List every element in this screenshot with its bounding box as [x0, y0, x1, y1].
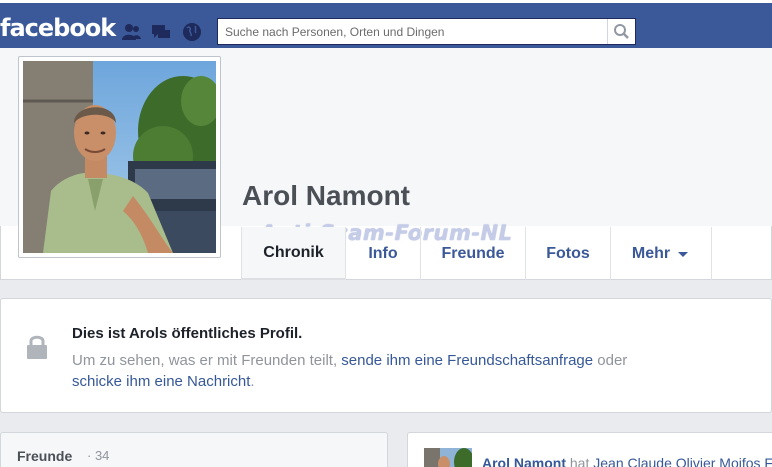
notice-text-part1: Um zu sehen, was er mit Freunden teilt, — [72, 352, 342, 369]
notice-text: Um zu sehen, was er mit Freunden teilt, … — [72, 350, 712, 392]
profile-name[interactable]: Arol Namont — [242, 180, 410, 212]
feed-avatar-image — [424, 448, 472, 467]
tab-chronik[interactable]: Chronik — [241, 227, 345, 280]
tab-fotos-label: Fotos — [546, 244, 590, 262]
notice-title: Dies ist Arols öffentliches Profil. — [72, 325, 303, 342]
feed-verb: hat — [566, 455, 594, 467]
messages-icon[interactable] — [151, 22, 171, 42]
lock-icon — [27, 335, 47, 359]
search-input[interactable] — [218, 19, 608, 44]
blue-header: facebook — [0, 3, 772, 48]
feed-post: Arol Namont hat Jean Claude Olivier Moif… — [407, 432, 772, 467]
chevron-down-icon — [678, 251, 689, 257]
feed-author-link[interactable]: Arol Namont — [482, 455, 566, 467]
notifications-globe-icon[interactable] — [182, 22, 202, 42]
tab-freunde-label: Freunde — [441, 244, 505, 262]
public-profile-notice: Dies ist Arols öffentliches Profil. Um z… — [0, 298, 772, 413]
send-friend-request-link[interactable]: sende ihm eine Freundschaftsanfrage — [341, 352, 593, 369]
search-box — [217, 18, 636, 45]
tab-mehr-label: Mehr — [631, 244, 671, 262]
tab-info-label: Info — [368, 244, 398, 262]
friends-card: Freunde · 34 — [0, 432, 388, 467]
tab-info[interactable]: Info — [345, 227, 420, 280]
facebook-logo[interactable]: facebook — [0, 14, 116, 42]
tab-fotos[interactable]: Fotos — [525, 227, 610, 280]
profile-photo — [23, 61, 216, 253]
friends-count: · 34 — [87, 448, 110, 463]
feed-target-link[interactable]: Jean Claude Olivier Moifos Fo... — [593, 455, 772, 467]
search-icon — [614, 24, 629, 39]
timeline-nav: Chronik Info Freunde Fotos Mehr — [241, 227, 712, 280]
send-message-link[interactable]: schicke ihm eine Nachricht — [72, 373, 250, 390]
feed-avatar[interactable] — [424, 448, 472, 467]
tab-chronik-label: Chronik — [263, 243, 324, 261]
feed-text: Arol Namont hat Jean Claude Olivier Moif… — [482, 455, 772, 467]
tab-freunde[interactable]: Freunde — [420, 227, 525, 280]
search-button[interactable] — [607, 19, 635, 44]
profile-picture[interactable] — [18, 56, 221, 258]
tab-mehr[interactable]: Mehr — [610, 227, 712, 280]
friend-requests-icon[interactable] — [121, 22, 141, 42]
notice-text-part2: oder — [593, 352, 628, 369]
notice-text-part3: . — [250, 373, 255, 390]
friends-title[interactable]: Freunde — [17, 448, 72, 464]
